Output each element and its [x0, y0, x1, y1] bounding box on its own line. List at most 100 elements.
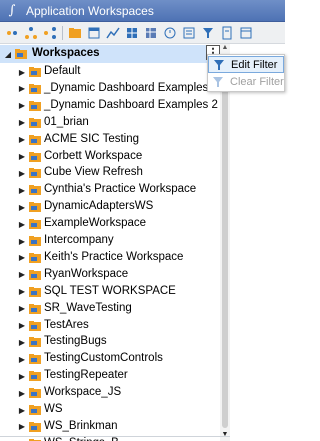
tree-item-label: TestAres — [44, 318, 89, 331]
folder-icon — [29, 388, 41, 399]
expand-icon[interactable]: ▶ — [17, 283, 27, 301]
expand-icon[interactable]: ▶ — [17, 215, 27, 233]
toolbar — [0, 22, 285, 44]
expand-icon[interactable]: ▶ — [17, 317, 27, 335]
expand-icon[interactable]: ▶ — [17, 401, 27, 419]
expand-icon[interactable]: ▶ — [17, 164, 27, 182]
menu-item-label: Clear Filter — [230, 75, 284, 88]
expand-icon[interactable]: ▶ — [17, 80, 27, 98]
expand-icon[interactable]: ▶ — [17, 131, 27, 149]
chart-icon[interactable] — [105, 25, 121, 41]
menu-item-label: Edit Filter — [231, 58, 278, 71]
folder-icon[interactable] — [67, 25, 83, 41]
menu-item-clear-filter[interactable]: Clear Filter — [208, 73, 284, 90]
window-title: Application Workspaces — [26, 3, 154, 18]
tree-item[interactable]: ▶ ExampleWorkspace — [0, 215, 220, 233]
folder-icon — [29, 405, 41, 415]
tree-item[interactable]: ▶ Cube View Refresh — [0, 164, 220, 182]
expand-icon[interactable]: ▶ — [17, 384, 27, 402]
tree-item[interactable]: ▶ Workspace_JS — [0, 384, 220, 402]
tree-item[interactable]: ▶ _Dynamic Dashboard Examples 1 DO NOT ED… — [0, 80, 220, 98]
folder-icon — [29, 202, 41, 213]
tree-structure-icon[interactable] — [23, 25, 39, 41]
expand-icon[interactable]: ▶ — [17, 266, 27, 284]
calendar-icon[interactable] — [86, 25, 102, 41]
tree-item[interactable]: ▶ TestAres — [0, 317, 220, 335]
folder-icon — [29, 421, 41, 432]
tree-root-label: Workspaces — [32, 47, 100, 59]
tree-item[interactable]: ▶ 01_brian — [0, 114, 220, 132]
tree-item[interactable]: ▶ TestingRepeater — [0, 367, 220, 385]
menu-item-edit-filter[interactable]: Edit Filter — [208, 56, 284, 73]
expand-icon[interactable]: ▶ — [17, 181, 27, 199]
expand-all-icon[interactable] — [4, 25, 20, 41]
expand-icon[interactable]: ▶ — [17, 350, 27, 368]
tree-item[interactable]: ▶ Cynthia's Practice Workspace — [0, 181, 220, 199]
folder-icon — [29, 438, 41, 441]
expand-icon[interactable]: ▶ — [17, 333, 27, 351]
folder-icon — [29, 168, 41, 179]
folder-icon — [29, 67, 41, 77]
tree-item-label: WS — [44, 403, 63, 415]
divider — [0, 436, 230, 437]
expand-icon[interactable]: ▶ — [17, 367, 27, 385]
tree-item-label: SR_WaveTesting — [44, 301, 132, 314]
tree-item[interactable]: ▶ SR_WaveTesting — [0, 300, 220, 318]
expand-icon[interactable]: ▶ — [17, 232, 27, 250]
filter-icon[interactable] — [200, 25, 216, 41]
grid-icon[interactable] — [124, 25, 140, 41]
folder-icon — [29, 185, 41, 196]
expand-icon[interactable]: ▶ — [17, 114, 27, 132]
expand-icon[interactable]: ▶ — [17, 418, 27, 436]
tree-item[interactable]: ▶ DynamicAdaptersWS — [0, 198, 220, 216]
tree-item[interactable]: ▶ WS — [0, 401, 220, 419]
tree-item[interactable]: ▶ WS_Brinkman — [0, 418, 220, 436]
tree-item-label: _Dynamic Dashboard Examples 1 DO NOT EDI… — [44, 81, 220, 94]
workspace-tree[interactable]: ◢ Workspaces ▶ Default ▶ _Dynamic Dashboard… — [0, 44, 220, 441]
tree-item-label: TestingRepeater — [44, 369, 128, 382]
tree-item[interactable]: ▶ Intercompany — [0, 232, 220, 250]
expand-icon[interactable]: ▶ — [17, 97, 27, 115]
scroll-thumb[interactable] — [222, 56, 228, 428]
expand-icon[interactable]: ▶ — [17, 63, 27, 81]
tree-item-label: TestingCustomControls — [44, 352, 163, 365]
flow-icon[interactable] — [42, 25, 58, 41]
window-titlebar: ∫ Application Workspaces — [0, 0, 285, 22]
table-icon[interactable] — [143, 25, 159, 41]
expand-icon[interactable]: ▶ — [17, 249, 27, 267]
document-icon[interactable] — [219, 25, 235, 41]
folder-icon — [29, 269, 41, 280]
folder-icon — [29, 252, 41, 263]
tree-item-label: SQL TEST WORKSPACE — [44, 284, 176, 297]
tree-root-row[interactable]: ◢ Workspaces — [0, 45, 220, 63]
tree-item[interactable]: ▶ RyanWorkspace — [0, 266, 220, 284]
clock-icon[interactable] — [162, 25, 178, 41]
tree-item[interactable]: ▶ Corbett Workspace — [0, 148, 220, 166]
expand-icon[interactable]: ▶ — [17, 300, 27, 318]
tree-item[interactable]: ▶ TestingBugs — [0, 333, 220, 351]
filter-icon — [214, 59, 224, 70]
tree-item-label: DynamicAdaptersWS — [44, 200, 154, 213]
context-menu: Edit Filter Clear Filter — [207, 54, 285, 92]
folder-icon — [15, 49, 27, 59]
folder-icon — [29, 371, 41, 382]
scroll-up-icon[interactable]: ▲ — [220, 44, 230, 54]
tree-item[interactable]: ▶ SQL TEST WORKSPACE — [0, 283, 220, 301]
tree-item-label: Default — [44, 65, 81, 77]
window-icon[interactable] — [238, 25, 254, 41]
tree-item[interactable]: ▶ Default — [0, 63, 220, 81]
expand-icon[interactable]: ▶ — [17, 198, 27, 216]
vertical-scrollbar[interactable]: ▲ ▼ — [220, 44, 230, 441]
folder-icon — [29, 236, 41, 246]
collapse-icon[interactable]: ◢ — [3, 45, 13, 63]
list-icon[interactable] — [181, 25, 197, 41]
tree-item[interactable]: ▶ _Dynamic Dashboard Examples 2 DO NOT ED… — [0, 97, 220, 115]
expand-icon[interactable]: ▶ — [17, 148, 27, 166]
tree-item[interactable]: ▶ Keith's Practice Workspace — [0, 249, 220, 267]
app-logo-icon: ∫ — [8, 3, 16, 18]
folder-icon — [29, 100, 41, 111]
tree-item[interactable]: ▶ ACME SIC Testing — [0, 131, 220, 149]
folder-icon — [29, 219, 41, 230]
tree-item-label: WS_Brinkman — [44, 419, 118, 432]
tree-item[interactable]: ▶ TestingCustomControls — [0, 350, 220, 368]
